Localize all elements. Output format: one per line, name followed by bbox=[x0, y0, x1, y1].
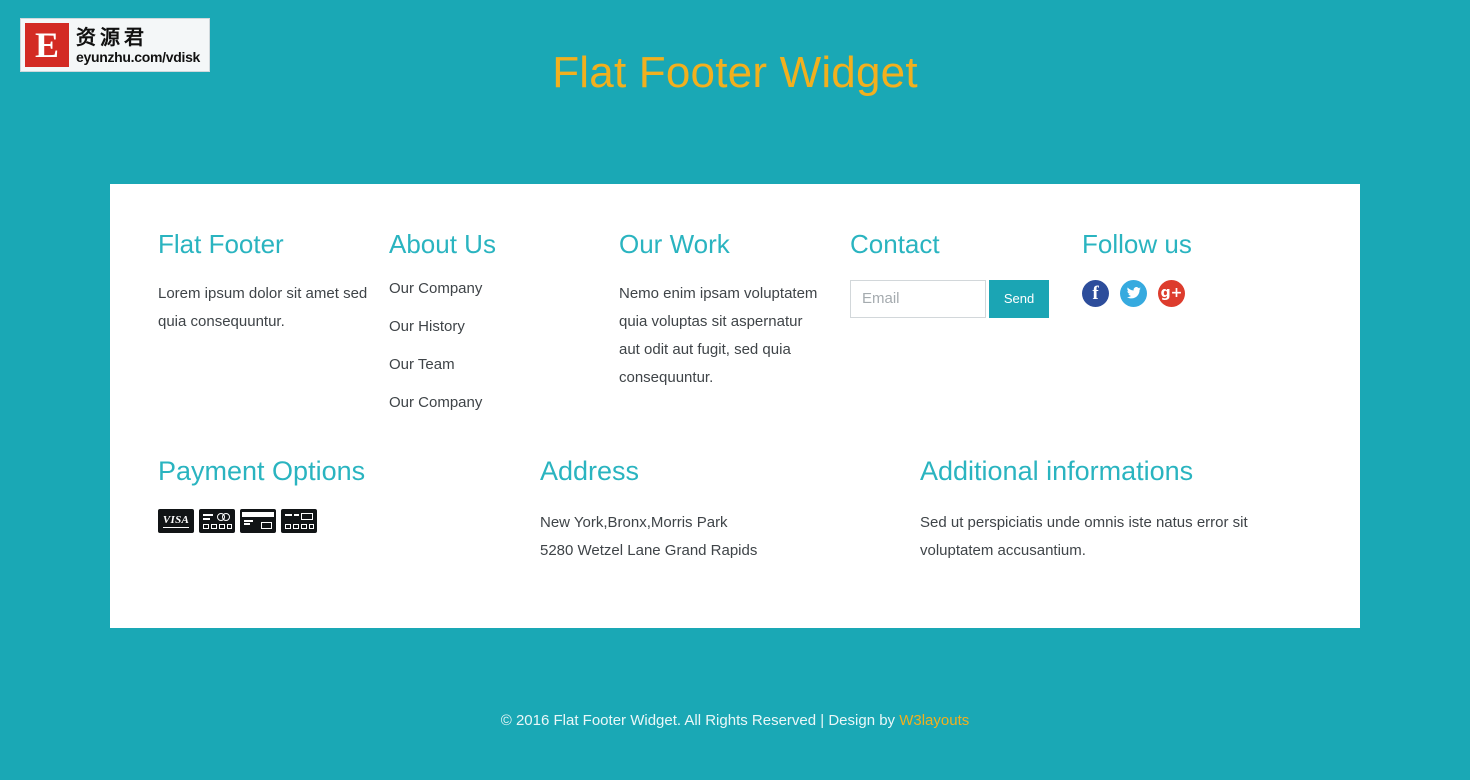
footer-column-contact: Contact Send bbox=[850, 229, 1065, 318]
list-item[interactable]: Our Team bbox=[389, 356, 594, 374]
footer-column-follow-us: Follow us f g+ bbox=[1082, 229, 1302, 307]
facebook-icon[interactable]: f bbox=[1082, 279, 1109, 307]
copyright-bar: © 2016 Flat Footer Widget. All Rights Re… bbox=[0, 712, 1470, 729]
footer-column-additional-informations: Additional informations Sed ut perspicia… bbox=[920, 456, 1320, 565]
footer-column-flat-footer: Flat Footer Lorem ipsum dolor sit amet s… bbox=[158, 229, 373, 336]
logo-chinese-text: 资源君 bbox=[76, 24, 148, 49]
about-us-link-list: Our Company Our History Our Team Our Com… bbox=[389, 280, 594, 412]
email-input[interactable] bbox=[850, 279, 986, 318]
page-title: Flat Footer Widget bbox=[552, 48, 918, 97]
column-heading: Our Work bbox=[619, 229, 730, 259]
list-item[interactable]: Our Company bbox=[389, 394, 594, 412]
link-our-team[interactable]: Our Team bbox=[389, 356, 455, 373]
send-button[interactable]: Send bbox=[989, 279, 1049, 318]
google-plus-icon[interactable]: g+ bbox=[1158, 279, 1185, 307]
footer-column-our-work: Our Work Nemo enim ipsam voluptatem quia… bbox=[619, 229, 819, 392]
link-our-company[interactable]: Our Company bbox=[389, 280, 482, 297]
column-description: Nemo enim ipsam voluptatem quia voluptas… bbox=[619, 284, 818, 386]
column-description: Lorem ipsum dolor sit amet sed quia cons… bbox=[158, 284, 368, 330]
address-line-2: 5280 Wetzel Lane Grand Rapids bbox=[540, 542, 758, 559]
column-heading: Contact bbox=[850, 229, 940, 259]
column-heading: Payment Options bbox=[158, 456, 366, 486]
column-heading: About Us bbox=[389, 229, 496, 259]
column-heading: Additional informations bbox=[920, 456, 1194, 486]
twitter-icon[interactable] bbox=[1120, 279, 1147, 307]
list-item[interactable]: Our Company bbox=[389, 280, 594, 298]
payment-card-icons: VISA bbox=[158, 509, 558, 533]
american-express-card-icon bbox=[240, 509, 276, 533]
footer-column-payment-options: Payment Options VISA bbox=[158, 456, 558, 533]
visa-card-icon: VISA bbox=[158, 509, 194, 533]
mastercard-card-icon bbox=[199, 509, 235, 533]
footer-card: Flat Footer Lorem ipsum dolor sit amet s… bbox=[110, 184, 1360, 628]
discover-card-icon bbox=[281, 509, 317, 533]
column-heading: Flat Footer bbox=[158, 229, 284, 259]
newsletter-form: Send bbox=[850, 279, 1065, 318]
copyright-text: © 2016 Flat Footer Widget. All Rights Re… bbox=[500, 712, 900, 729]
column-heading: Address bbox=[540, 456, 640, 486]
footer-column-address: Address New York,Bronx,Morris Park 5280 … bbox=[540, 456, 900, 565]
link-our-history[interactable]: Our History bbox=[389, 318, 465, 335]
list-item[interactable]: Our History bbox=[389, 318, 594, 336]
column-heading: Follow us bbox=[1082, 229, 1192, 259]
column-description: Sed ut perspiciatis unde omnis iste natu… bbox=[920, 514, 1248, 559]
footer-column-about-us: About Us Our Company Our History Our Tea… bbox=[389, 229, 594, 412]
link-our-company-2[interactable]: Our Company bbox=[389, 394, 482, 411]
address-line-1: New York,Bronx,Morris Park bbox=[540, 514, 728, 531]
w3layouts-link[interactable]: W3layouts bbox=[899, 712, 969, 729]
social-links: f g+ bbox=[1082, 279, 1302, 307]
